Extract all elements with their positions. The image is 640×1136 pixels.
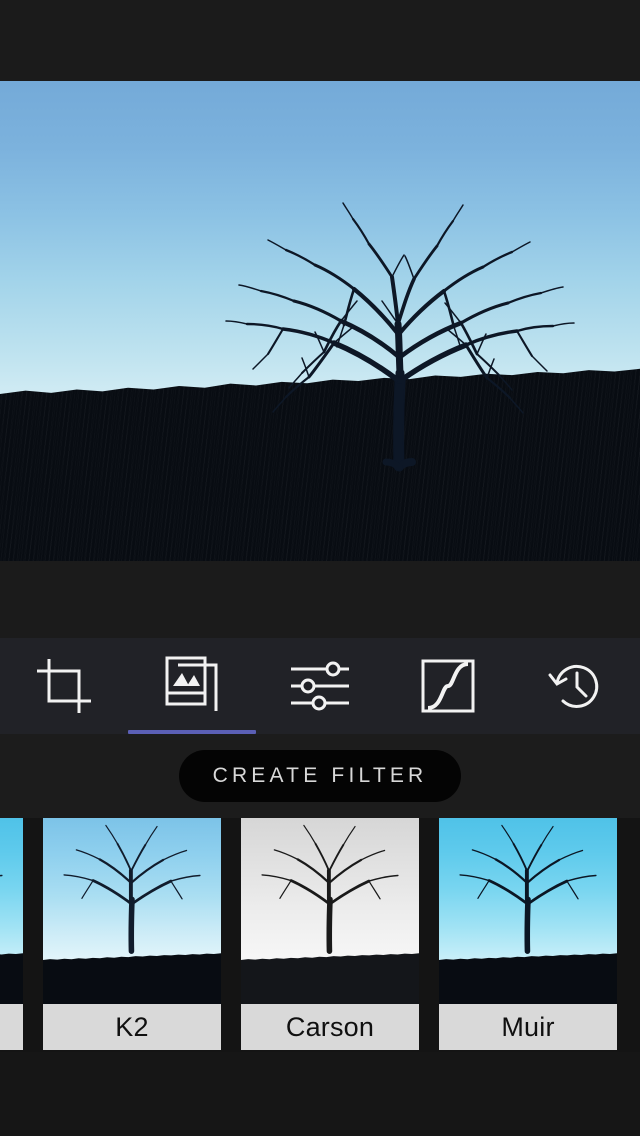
filter-thumb-label: [0, 1004, 23, 1050]
status-bar: [0, 0, 640, 81]
crop-icon: [33, 655, 95, 717]
tab-filters[interactable]: [128, 638, 256, 734]
history-clock-icon: [547, 657, 605, 715]
bottom-area: [0, 1052, 640, 1136]
editor-toolbar: [0, 638, 640, 734]
tree-silhouette: [0, 81, 640, 561]
filter-thumb-label: Muir: [439, 1004, 617, 1050]
photo-stack-icon: [163, 655, 221, 717]
photo-canvas: [0, 81, 640, 561]
filter-thumb-image: [0, 818, 23, 1004]
thumb-tree: [241, 818, 419, 1004]
thumb-tree: [439, 818, 617, 1004]
filter-thumb-carson[interactable]: Carson: [241, 818, 419, 1050]
filter-thumb-image: [439, 818, 617, 1004]
photo-editor-screen: CREATE FILTER K2 Carson Muir: [0, 0, 640, 1136]
filter-strip-scroller[interactable]: K2 Carson Muir: [0, 818, 617, 1052]
tone-curve-icon: [420, 658, 476, 714]
filter-thumb-label: K2: [43, 1004, 221, 1050]
filter-thumb-k2[interactable]: K2: [43, 818, 221, 1050]
filter-thumb-muir[interactable]: Muir: [439, 818, 617, 1050]
tab-adjust[interactable]: [256, 638, 384, 734]
create-filter-row: CREATE FILTER: [0, 734, 640, 818]
create-filter-button[interactable]: CREATE FILTER: [178, 750, 462, 802]
thumb-tree: [0, 818, 23, 1004]
tab-history[interactable]: [512, 638, 640, 734]
photo-gap: [0, 561, 640, 638]
sliders-icon: [289, 660, 351, 712]
thumb-tree: [43, 818, 221, 1004]
tab-crop[interactable]: [0, 638, 128, 734]
filter-thumb-label: Carson: [241, 1004, 419, 1050]
filter-strip[interactable]: K2 Carson Muir: [0, 818, 640, 1052]
filter-thumb-partial[interactable]: [0, 818, 23, 1050]
photo-preview[interactable]: [0, 81, 640, 561]
filter-thumb-image: [43, 818, 221, 1004]
tab-curves[interactable]: [384, 638, 512, 734]
filter-thumb-image: [241, 818, 419, 1004]
